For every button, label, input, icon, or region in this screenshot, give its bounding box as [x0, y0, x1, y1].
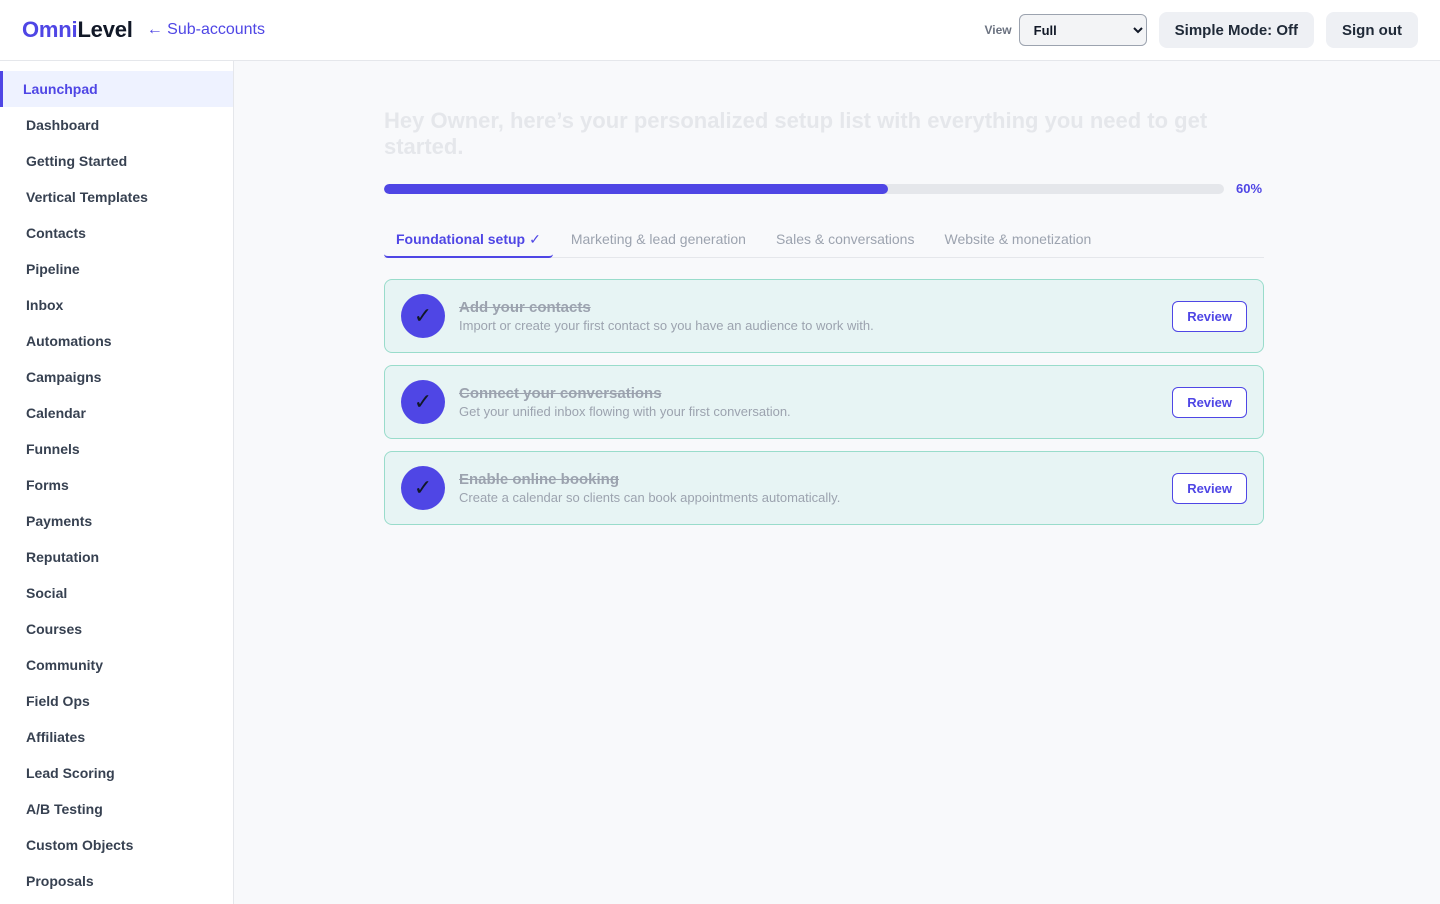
top-bar: OmniLevel ← Sub-accounts View Full Simpl…	[0, 0, 1440, 61]
review-button[interactable]: Review	[1172, 386, 1247, 418]
sidebar-item-inbox[interactable]: Inbox	[0, 287, 233, 323]
tab-label: Foundational setup	[396, 231, 526, 247]
view-select[interactable]: Full	[1018, 14, 1147, 46]
sidebar-item-calendar[interactable]: Calendar	[0, 395, 233, 431]
task-card: ✓ Enable online booking Create a calendar …	[384, 451, 1264, 525]
sign-out-button[interactable]: Sign out	[1326, 12, 1418, 48]
task-description: Create a calendar so clients can book ap…	[459, 490, 841, 505]
task-title: Enable online booking	[459, 471, 620, 488]
tab-foundational-setup[interactable]: Foundational setup ✓	[384, 225, 553, 258]
review-button[interactable]: Review	[1172, 472, 1247, 504]
sidebar-nav: Launchpad Dashboard Getting Started Vertica…	[0, 61, 234, 904]
sidebar-item-automations[interactable]: Automations	[0, 323, 233, 359]
tab-sales-conversations[interactable]: Sales & conversations	[764, 225, 927, 258]
sidebar-item-getting-started[interactable]: Getting Started	[0, 143, 233, 179]
brand-logo[interactable]: OmniLevel	[22, 17, 133, 43]
sub-accounts-back-link[interactable]: ← Sub-accounts	[147, 21, 265, 39]
brand-name-part2: Level	[77, 17, 133, 42]
task-description: Get your unified inbox flowing with your…	[459, 404, 791, 419]
task-list: ✓ Add your contacts Import or create your …	[384, 279, 1264, 525]
sidebar-item-campaigns[interactable]: Campaigns	[0, 359, 233, 395]
sidebar-item-launchpad[interactable]: Launchpad	[0, 71, 233, 107]
completed-check-icon: ✓	[401, 466, 445, 510]
task-text: Add your contacts Import or create your f…	[459, 299, 1172, 333]
launchpad-main: Hey Owner, here’s your personalized setu…	[384, 61, 1264, 537]
sidebar-item-custom-objects[interactable]: Custom Objects	[0, 827, 233, 863]
sidebar-item-field-ops[interactable]: Field Ops	[0, 683, 233, 719]
task-text: Enable online booking Create a calendar s…	[459, 471, 1172, 505]
setup-progress: 60%	[384, 181, 1264, 196]
sidebar-item-contacts[interactable]: Contacts	[0, 215, 233, 251]
tab-complete-check-icon: ✓	[529, 231, 541, 247]
task-title: Connect your conversations	[459, 385, 662, 402]
completed-check-icon: ✓	[401, 380, 445, 424]
tab-marketing-lead-generation[interactable]: Marketing & lead generation	[559, 225, 758, 258]
task-title: Add your contacts	[459, 299, 591, 316]
sidebar-item-affiliates[interactable]: Affiliates	[0, 719, 233, 755]
page-headline: Hey Owner, here’s your personalized setu…	[384, 108, 1208, 159]
sidebar-item-a-b-testing[interactable]: A/B Testing	[0, 791, 233, 827]
task-card: ✓ Add your contacts Import or create your …	[384, 279, 1264, 353]
sidebar-item-proposals[interactable]: Proposals	[0, 863, 233, 899]
progress-percent: 60%	[1236, 181, 1263, 196]
tab-label: Marketing & lead generation	[570, 231, 746, 247]
sidebar-item-vertical-templates[interactable]: Vertical Templates	[0, 179, 233, 215]
sidebar-item-reputation[interactable]: Reputation	[0, 539, 233, 575]
sidebar-item-social[interactable]: Social	[0, 575, 233, 611]
tab-website-monetization[interactable]: Website & monetization	[932, 225, 1103, 258]
task-description: Import or create your first contact so y…	[459, 318, 874, 333]
review-button[interactable]: Review	[1172, 300, 1247, 332]
task-text: Connect your conversations Get your unifi…	[459, 385, 1172, 419]
brand-name-part1: Omni	[22, 17, 78, 42]
top-bar-actions: View Full Simple Mode: Off Sign out	[985, 12, 1418, 48]
sidebar-item-pipeline[interactable]: Pipeline	[0, 251, 233, 287]
progress-fill	[384, 183, 888, 194]
sidebar-item-forms[interactable]: Forms	[0, 467, 233, 503]
tab-label: Sales & conversations	[775, 231, 915, 247]
sidebar-item-lead-scoring[interactable]: Lead Scoring	[0, 755, 233, 791]
task-card: ✓ Connect your conversations Get your unif…	[384, 365, 1264, 439]
completed-check-icon: ✓	[401, 294, 445, 338]
progress-track	[384, 183, 1224, 194]
sidebar-item-courses[interactable]: Courses	[0, 611, 233, 647]
view-label: View	[984, 23, 1012, 37]
tab-label: Website & monetization	[944, 231, 1092, 247]
sidebar-item-funnels[interactable]: Funnels	[0, 431, 233, 467]
sidebar-item-dashboard[interactable]: Dashboard	[0, 107, 233, 143]
sidebar-item-community[interactable]: Community	[0, 647, 233, 683]
simple-mode-toggle-button[interactable]: Simple Mode: Off	[1158, 12, 1314, 48]
sidebar-item-payments[interactable]: Payments	[0, 503, 233, 539]
setup-category-tabs: Foundational setup ✓ Marketing & lead gene…	[384, 225, 1264, 258]
